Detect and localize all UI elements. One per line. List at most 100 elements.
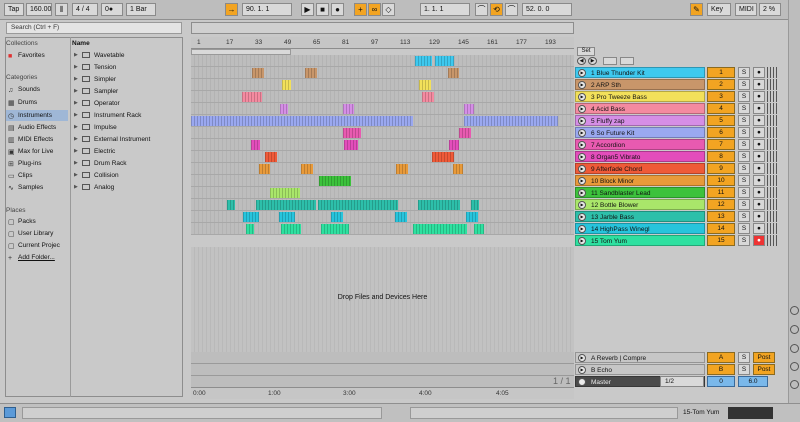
arrangement-clip[interactable] — [318, 200, 398, 210]
track-solo-button[interactable]: S — [738, 223, 750, 234]
track-lanes[interactable] — [191, 55, 574, 247]
place-current-project[interactable]: ▢ Current Projec — [6, 240, 68, 251]
track-lane[interactable] — [191, 91, 574, 103]
track-solo-button[interactable]: S — [738, 175, 750, 186]
view-toggle-icon[interactable] — [790, 306, 799, 315]
track-activator[interactable]: 13 — [707, 211, 735, 222]
set-button[interactable]: Set — [577, 47, 595, 56]
follow-icon[interactable]: → — [225, 3, 238, 16]
lock-icon[interactable] — [620, 57, 634, 65]
track-name[interactable]: ▶ 7 Accordion — [575, 139, 705, 150]
track-arm-button[interactable]: ● — [753, 223, 765, 234]
add-folder-link[interactable]: + Add Folder... — [6, 252, 68, 263]
browser-item[interactable]: ▶ Instrument Rack — [74, 110, 182, 121]
arrangement-clip[interactable] — [453, 164, 463, 174]
track-arm-button[interactable]: ● — [753, 103, 765, 114]
return-lane-b[interactable] — [191, 364, 574, 376]
expand-triangle-icon[interactable]: ▶ — [74, 158, 78, 169]
track-lane[interactable] — [191, 103, 574, 115]
track-solo-button[interactable]: S — [738, 211, 750, 222]
arrangement-overview[interactable] — [191, 22, 574, 34]
key-map-button[interactable]: Key — [707, 3, 731, 16]
browser-search-input[interactable]: Search (Ctrl + F) — [6, 22, 182, 34]
tempo-field[interactable]: 160.00 — [26, 3, 52, 16]
track-name[interactable]: ▶ 6 So Future Kit — [575, 127, 705, 138]
quantize-select[interactable]: 1 Bar — [126, 3, 156, 16]
punch-in-icon[interactable]: ⌒ — [475, 3, 488, 16]
track-play-icon[interactable]: ▶ — [578, 213, 586, 221]
return-lane-a[interactable] — [191, 352, 574, 364]
track-activator[interactable]: 12 — [707, 199, 735, 210]
name-column-header[interactable]: Name — [72, 40, 90, 47]
master-volume-field[interactable]: 0 — [707, 376, 735, 387]
track-play-icon[interactable]: ▶ — [578, 93, 586, 101]
browser-item[interactable]: ▶ Analog — [74, 182, 182, 193]
nudge-icon[interactable]: ⦀ — [55, 3, 68, 16]
track-lane[interactable] — [191, 199, 574, 211]
track-solo-button[interactable]: S — [738, 139, 750, 150]
arrangement-clip[interactable] — [246, 224, 254, 234]
arrangement-clip[interactable] — [191, 116, 413, 126]
category-clips[interactable]: ▭ Clips — [6, 170, 68, 181]
arrangement-clip[interactable] — [279, 212, 295, 222]
arrangement-clip[interactable] — [301, 164, 313, 174]
track-name[interactable]: ▶ 5 Fluffy zap — [575, 115, 705, 126]
track-arm-button[interactable]: ● — [753, 115, 765, 126]
arrangement-clip[interactable] — [466, 212, 478, 222]
track-name[interactable]: ▶ 3 Pro Tweeze Bass — [575, 91, 705, 102]
track-activator[interactable]: 14 — [707, 223, 735, 234]
automation-arm-icon[interactable]: ∞ — [368, 3, 381, 16]
track-activator[interactable]: 3 — [707, 91, 735, 102]
browser-item[interactable]: ▶ Drum Rack — [74, 158, 182, 169]
expand-triangle-icon[interactable]: ▶ — [74, 146, 78, 157]
arrangement-clip[interactable] — [395, 212, 407, 222]
loop-switch-icon[interactable]: ⟲ — [490, 3, 503, 16]
return-post-b[interactable]: Post — [753, 364, 775, 375]
arrangement-clip[interactable] — [252, 68, 264, 78]
mixer-toggle-icon[interactable] — [790, 380, 799, 389]
track-solo-button[interactable]: S — [738, 235, 750, 246]
track-solo-button[interactable]: S — [738, 187, 750, 198]
arrangement-clip[interactable] — [343, 128, 361, 138]
arrangement-clip[interactable] — [419, 80, 431, 90]
arrangement-clip[interactable] — [259, 164, 270, 174]
return-activator-a[interactable]: A — [707, 352, 735, 363]
arrangement-clip[interactable] — [256, 200, 316, 210]
master-play-icon[interactable]: ▶ — [578, 378, 586, 386]
track-play-icon[interactable]: ▶ — [578, 141, 586, 149]
track-name[interactable]: ▶ 14 HighPass Winegl — [575, 223, 705, 234]
return-name-b[interactable]: ▶ B Echo — [575, 364, 705, 375]
expand-triangle-icon[interactable]: ▶ — [74, 62, 78, 73]
track-solo-button[interactable]: S — [738, 163, 750, 174]
place-packs[interactable]: ▢ Packs — [6, 216, 68, 227]
track-play-icon[interactable]: ▶ — [578, 201, 586, 209]
track-arm-button[interactable]: ● — [753, 211, 765, 222]
arrangement-clip[interactable] — [321, 224, 349, 234]
browser-divider[interactable] — [70, 37, 71, 397]
expand-triangle-icon[interactable]: ▶ — [74, 98, 78, 109]
browser-item[interactable]: ▶ Operator — [74, 98, 182, 109]
track-solo-button[interactable]: S — [738, 103, 750, 114]
track-lane[interactable] — [191, 211, 574, 223]
track-play-icon[interactable]: ▶ — [578, 177, 586, 185]
track-name[interactable]: ▶ 12 Bottle Blower — [575, 199, 705, 210]
track-arm-button[interactable]: ● — [753, 139, 765, 150]
song-position-field[interactable]: 90. 1. 1 — [242, 3, 292, 16]
expand-triangle-icon[interactable]: ▶ — [74, 182, 78, 193]
io-toggle-icon[interactable] — [790, 325, 799, 334]
expand-triangle-icon[interactable]: ▶ — [74, 170, 78, 181]
track-name[interactable]: ▶ 1 Blue Thunder Kit — [575, 67, 705, 78]
track-play-icon[interactable]: ▶ — [578, 105, 586, 113]
track-play-icon[interactable]: ▶ — [578, 237, 586, 245]
track-arm-button[interactable]: ● — [753, 199, 765, 210]
track-arm-button[interactable]: ● — [753, 163, 765, 174]
track-activator[interactable]: 1 — [707, 67, 735, 78]
time-signature-field[interactable]: 4 / 4 — [72, 3, 98, 16]
metronome-field[interactable]: 0● — [101, 3, 123, 16]
track-arm-button[interactable]: ● — [753, 175, 765, 186]
track-solo-button[interactable]: S — [738, 199, 750, 210]
track-lane[interactable] — [191, 151, 574, 163]
device-view-thumb[interactable] — [728, 407, 773, 419]
track-arm-button[interactable]: ● — [753, 67, 765, 78]
track-play-icon[interactable]: ▶ — [578, 165, 586, 173]
